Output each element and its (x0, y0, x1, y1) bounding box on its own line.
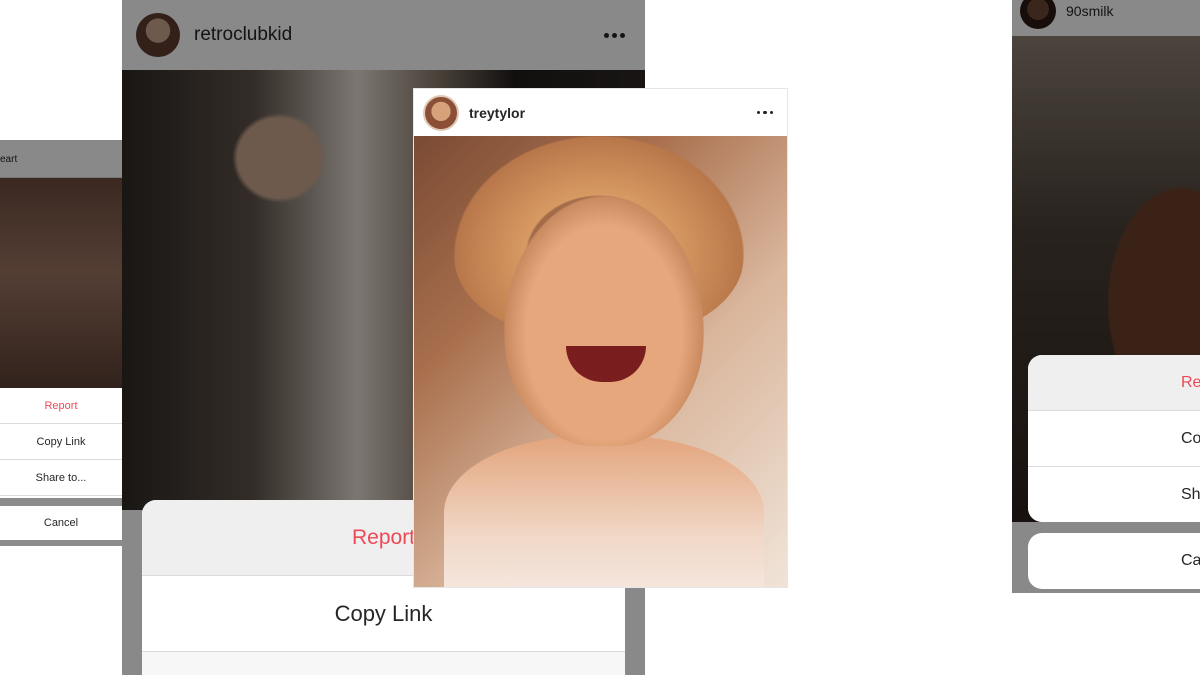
right-action-sheet: Re Cop Shar (1028, 355, 1200, 522)
right-copy-link-button[interactable]: Cop (1028, 411, 1200, 467)
photo-subject-face (504, 196, 704, 446)
right-share-button[interactable]: Shar (1028, 467, 1200, 522)
more-options-icon[interactable] (756, 110, 773, 115)
left-post-photo (0, 178, 122, 388)
center-username[interactable]: treytylor (469, 105, 525, 121)
center-avatar[interactable] (423, 94, 459, 131)
left-copy-link-button[interactable]: Copy Link (0, 424, 122, 460)
center-post-header: treytylor (414, 89, 787, 136)
left-screenshot: eart Report Copy Link Share to... Cancel (0, 140, 122, 546)
more-options-icon[interactable] (604, 32, 625, 38)
left-cancel-button[interactable]: Cancel (0, 506, 122, 540)
left-report-button[interactable]: Report (0, 388, 122, 424)
center-post-card: treytylor (413, 88, 788, 588)
center-post-photo[interactable] (414, 136, 787, 587)
middle-post-header: retroclubkid (122, 0, 645, 70)
left-header-text: eart (0, 154, 18, 165)
right-screenshot: 90smilk Re Cop Shar Ca (1012, 0, 1200, 593)
right-post-header: 90smilk (1012, 0, 1200, 36)
middle-username[interactable]: retroclubkid (194, 24, 292, 46)
right-report-button[interactable]: Re (1028, 355, 1200, 411)
right-username[interactable]: 90smilk (1066, 3, 1113, 19)
left-header: eart (0, 140, 122, 178)
photo-subject-body (444, 436, 764, 587)
right-cancel-button[interactable]: Ca (1028, 533, 1200, 589)
right-avatar[interactable] (1020, 0, 1056, 29)
middle-avatar[interactable] (136, 13, 180, 57)
left-share-button[interactable]: Share to... (0, 460, 122, 496)
left-action-sheet: Report Copy Link Share to... (0, 388, 122, 498)
